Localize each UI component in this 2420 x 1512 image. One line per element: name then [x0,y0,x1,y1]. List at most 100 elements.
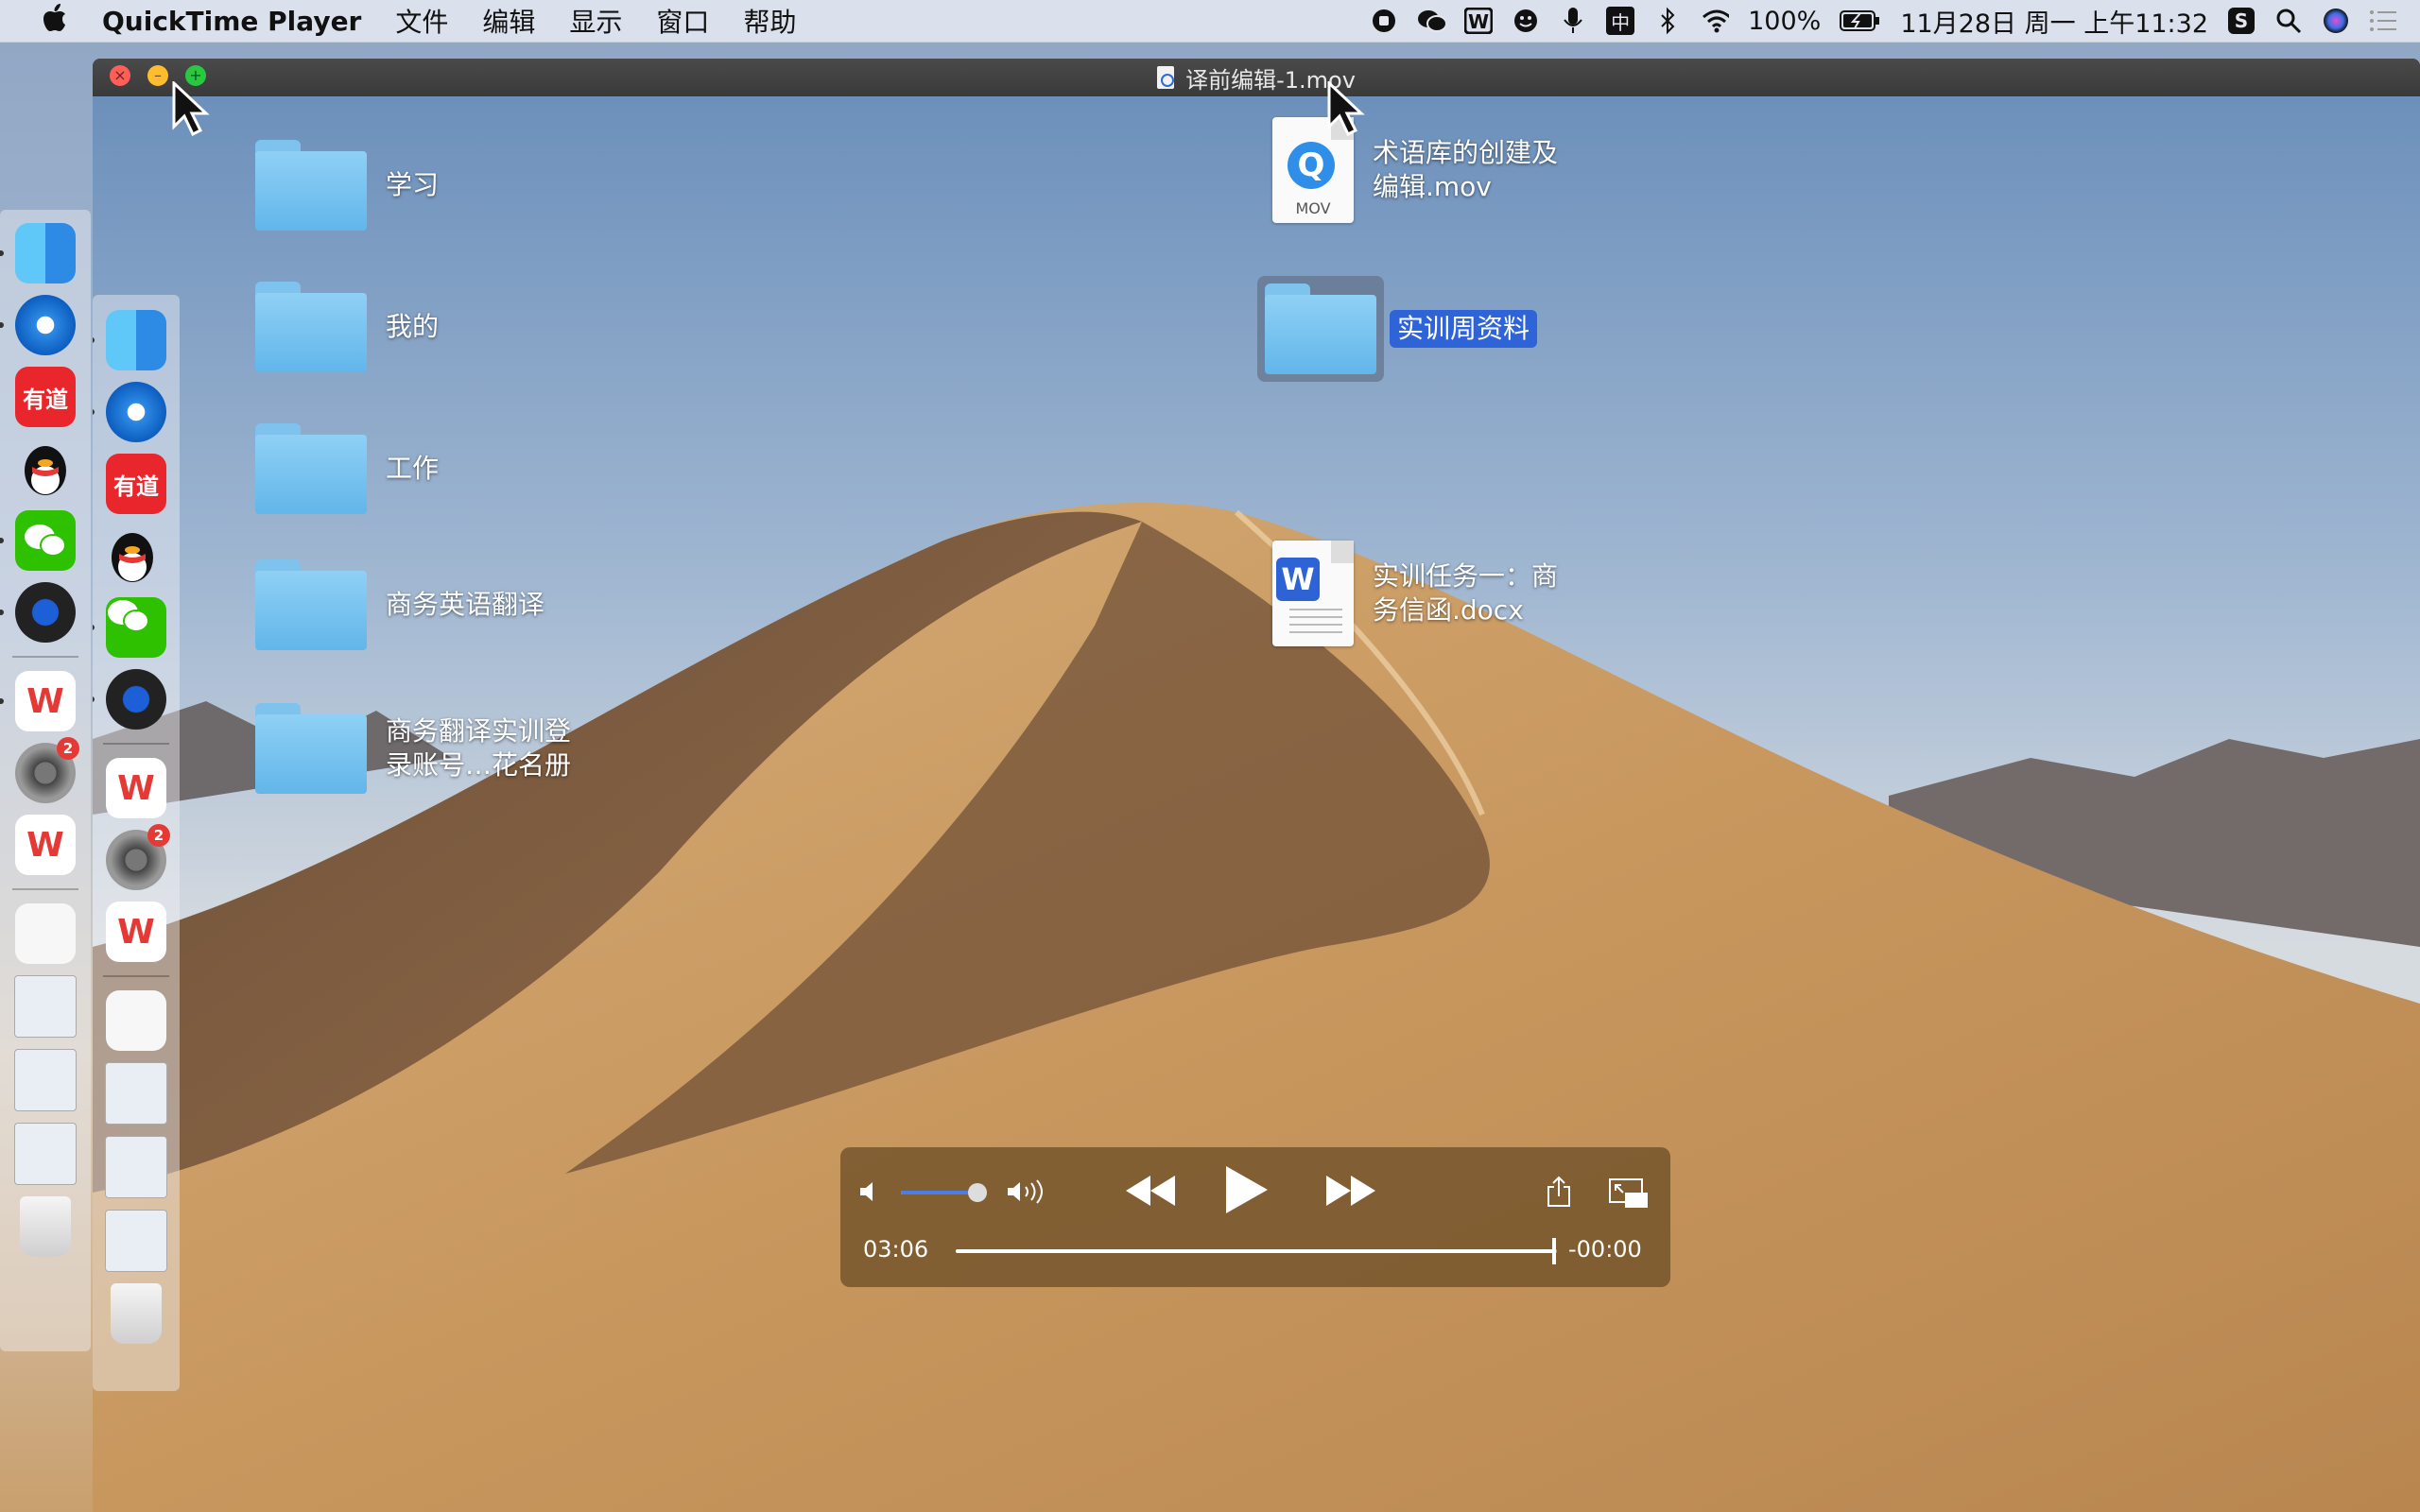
folder-icon [1265,284,1376,374]
system-preferences-icon[interactable]: 2 [106,824,170,890]
speaker-low-icon[interactable] [857,1179,884,1206]
file-label: 实训周资料 [1390,310,1538,348]
wechat-icon[interactable] [1417,7,1446,35]
share-icon [1547,1176,1570,1207]
close-button[interactable]: × [110,65,130,86]
timeline-scrubber[interactable] [956,1238,1557,1264]
folder-icon [255,559,367,650]
file-label: 实训任务一：商务信函.docx [1373,560,1559,626]
safari-icon[interactable] [0,295,76,355]
sogou-icon[interactable]: S [2227,7,2256,35]
trash-icon[interactable] [20,1196,71,1257]
dock-in-video: 有道 W 2 W [93,295,180,1391]
youdao-icon[interactable]: 有道 [106,454,166,514]
rewind-icon [1126,1176,1175,1206]
folder-label: 商务英语翻译 [386,589,545,620]
picture-in-picture-icon [1609,1178,1648,1208]
folder-icon [255,703,367,794]
wechat-icon[interactable] [93,597,166,658]
speaker-high-icon[interactable] [1005,1179,1046,1206]
wps-icon[interactable]: W [1464,7,1494,35]
play-icon [1226,1166,1268,1213]
folder-label: 学习 [386,169,440,200]
close-icon: × [113,66,127,84]
fast-forward-button[interactable] [1324,1174,1377,1211]
picture-in-picture-button[interactable] [1608,1177,1650,1210]
window-thumbnail-2[interactable] [105,1136,167,1198]
screen-record-icon[interactable] [1370,7,1398,35]
fast-forward-icon [1326,1176,1375,1206]
trash-icon[interactable] [111,1283,162,1344]
input-method-icon[interactable]: 中 [1606,7,1635,35]
playback-controls: 03:06 -00:00 [840,1147,1670,1287]
minimize-icon: – [154,66,162,84]
video-frame[interactable]: 学习 我的 工作 商务英语翻译 商务翻译实训登录账号…花名册 Q MOV 术语库… [93,96,2420,1512]
desktop-folder-work[interactable]: 工作 [255,423,439,514]
minimize-button[interactable]: – [147,65,168,86]
folder-label: 我的 [386,311,440,342]
document-icon[interactable] [15,903,76,964]
desktop-folder-mine[interactable]: 我的 [255,282,439,372]
menubar-clock[interactable]: 11月28日 周一 上午11:32 [1900,3,2208,40]
siri-icon[interactable] [2322,7,2350,35]
bluetooth-icon[interactable] [1653,7,1682,35]
dock: 有道 W 2 W [0,210,91,1351]
menu-file[interactable]: 文件 [395,2,448,40]
folder-label: 商务翻译实训登录账号…花名册 [386,715,572,781]
face-icon[interactable] [1512,7,1540,35]
apple-menu-icon[interactable] [36,3,74,39]
window-thumbnail-3[interactable] [14,1123,77,1185]
svg-text:S: S [2235,9,2248,32]
window-thumbnail-2[interactable] [14,1049,77,1111]
quicktime-icon[interactable] [93,669,166,730]
desktop-file-business-letter-docx[interactable]: W 实训任务一：商务信函.docx [1272,541,1581,646]
window-thumbnail-1[interactable] [105,1062,167,1125]
desktop-folder-study[interactable]: 学习 [255,140,439,231]
quicktime-icon[interactable] [0,582,76,643]
wps-icon[interactable]: W [0,671,76,731]
window-thumbnail-1[interactable] [14,975,77,1038]
desktop-folder-training-week[interactable]: 实训周资料 [1257,276,1538,382]
window-thumbnail-3[interactable] [105,1210,167,1272]
file-label: 术语库的创建及编辑.mov [1373,137,1559,202]
microphone-icon[interactable] [1559,7,1587,35]
menu-help[interactable]: 帮助 [743,2,796,40]
finder-icon[interactable] [0,223,76,284]
playhead[interactable] [1551,1238,1556,1264]
play-button[interactable] [1222,1164,1279,1221]
menu-view[interactable]: 显示 [569,2,622,40]
rewind-button[interactable] [1124,1174,1177,1211]
desktop-folder-business-english[interactable]: 商务英语翻译 [255,559,544,650]
menu-window[interactable]: 窗口 [656,2,709,40]
notification-center-icon[interactable] [2369,7,2397,35]
youdao-icon[interactable]: 有道 [15,367,76,427]
finder-icon[interactable] [93,310,166,370]
document-icon[interactable] [106,990,166,1051]
desktop-folder-roster[interactable]: 商务翻译实训登录账号…花名册 [255,703,584,794]
safari-icon[interactable] [93,382,166,442]
menu-edit[interactable]: 编辑 [482,2,535,40]
menu-bar: QuickTime Player 文件 编辑 显示 窗口 帮助 W 中 100%… [0,0,2420,43]
wifi-icon[interactable] [1701,7,1730,35]
movie-document-icon [1157,66,1175,89]
quicktime-window: × – + 译前编辑-1.mov 学习 我的 工作 商务英语翻译 商务翻译实训登… [93,59,2420,1512]
wps-icon[interactable]: W [106,758,166,818]
battery-percent: 100% [1748,6,1822,36]
wps-icon-2[interactable]: W [15,815,76,875]
qq-icon[interactable] [106,525,166,586]
battery-icon[interactable] [1840,7,1881,35]
window-titlebar[interactable]: × – + 译前编辑-1.mov [93,59,2420,96]
volume-slider[interactable] [901,1183,987,1202]
svg-text:W: W [1468,10,1489,33]
wechat-icon[interactable] [0,510,76,571]
spotlight-icon[interactable] [2274,7,2303,35]
app-menu-quicktime[interactable]: QuickTime Player [102,6,361,37]
desktop-file-term-base-mov[interactable]: Q MOV 术语库的创建及编辑.mov [1272,117,1581,223]
share-button[interactable] [1546,1176,1576,1210]
qq-icon[interactable] [15,438,76,499]
system-preferences-icon[interactable]: 2 [15,737,79,803]
folder-icon [255,423,367,514]
wps-icon-2[interactable]: W [106,902,166,962]
remaining-time: -00:00 [1568,1236,1642,1263]
dock-separator [12,888,78,890]
